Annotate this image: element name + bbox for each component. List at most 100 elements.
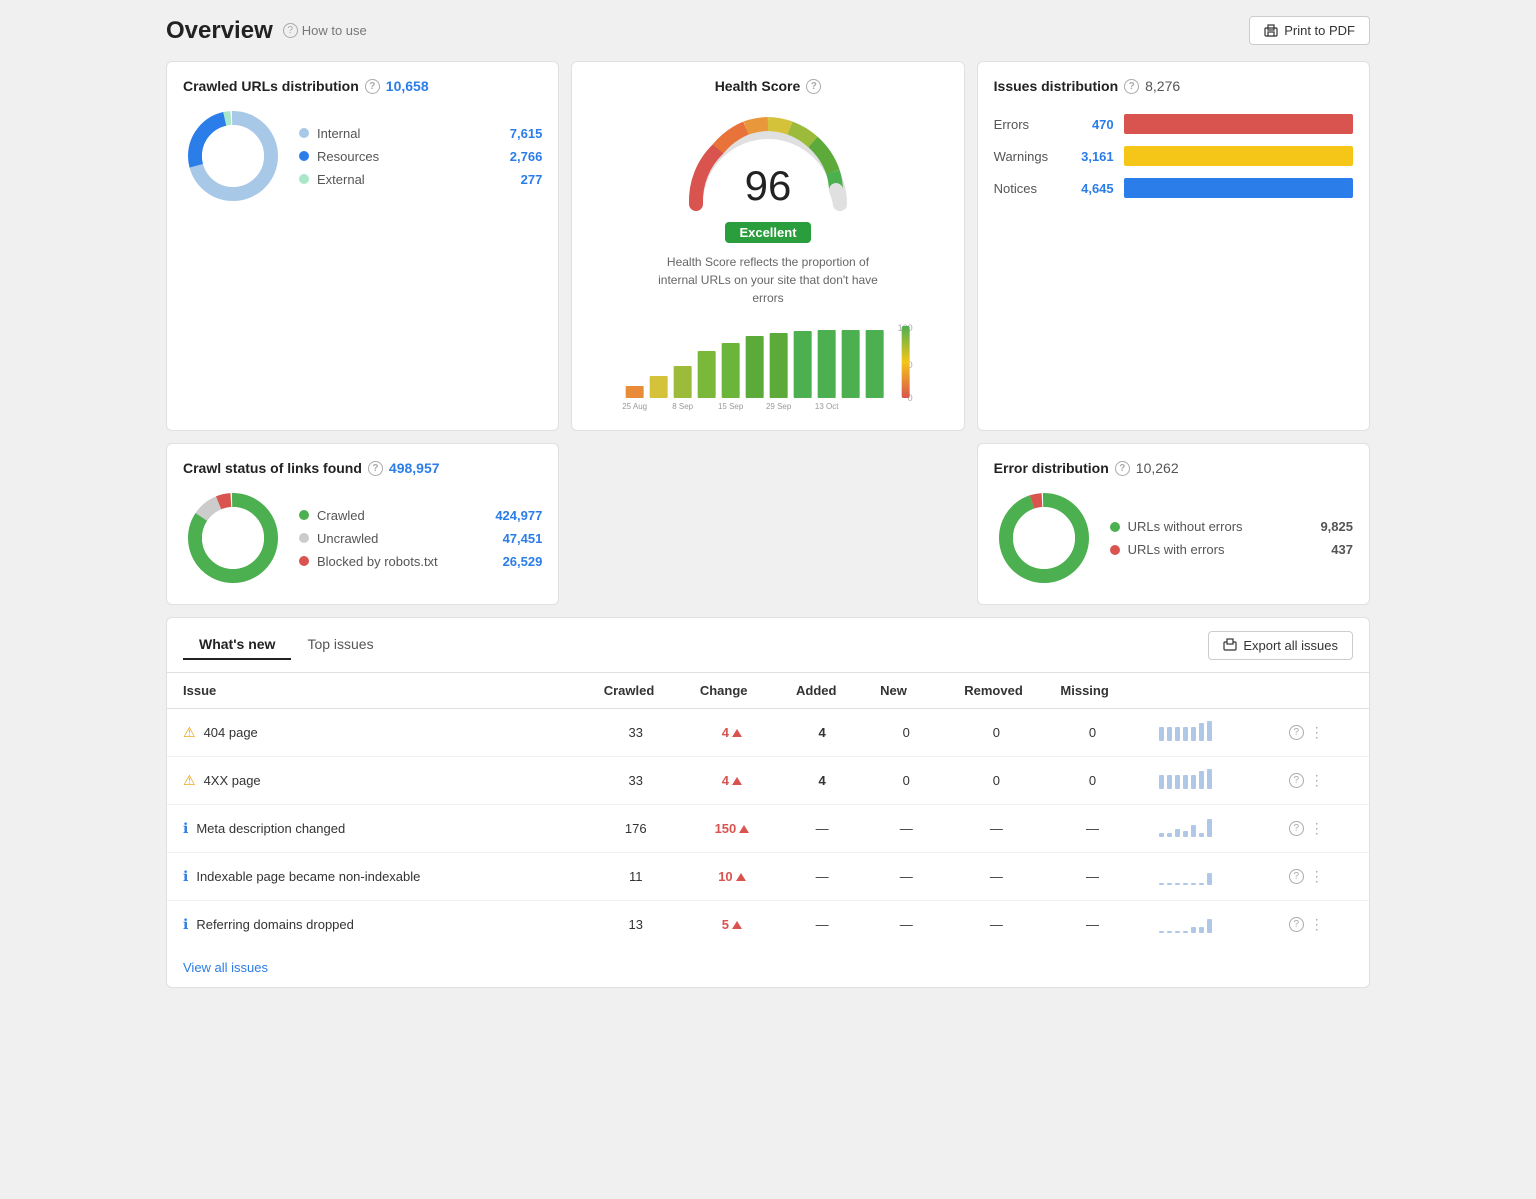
legend-item-uncrawled: Uncrawled 47,451 (299, 531, 542, 546)
more-icon-referring[interactable]: ⋮ (1310, 916, 1324, 933)
issues-distribution-title: Issues distribution ? 8,276 (994, 78, 1353, 94)
issues-warnings-row: Warnings 3,161 (994, 146, 1353, 166)
td-actions-meta: ? ⋮ (1273, 805, 1369, 853)
td-new-indexable: — (864, 853, 948, 901)
td-crawled-404: 33 (588, 709, 684, 757)
action-icons-indexable: ? ⋮ (1289, 868, 1353, 885)
crawl-status-donut (183, 488, 283, 588)
action-icons-meta: ? ⋮ (1289, 820, 1353, 837)
error-dist-help-icon[interactable]: ? (1115, 461, 1130, 476)
legend-item-resources: Resources 2,766 (299, 149, 542, 164)
view-all-issues-link[interactable]: View all issues (167, 948, 284, 987)
how-to-use-link[interactable]: ? How to use (283, 23, 367, 38)
tab-top-issues[interactable]: Top issues (291, 630, 389, 660)
td-missing-referring: — (1044, 901, 1140, 949)
health-score-gauge: 96 (678, 114, 858, 214)
issues-distribution-total: 8,276 (1145, 78, 1180, 94)
mini-chart-indexable (1157, 863, 1217, 887)
td-crawled-referring: 13 (588, 901, 684, 949)
issues-dist-help-icon[interactable]: ? (1124, 79, 1139, 94)
issues-notices-row: Notices 4,645 (994, 178, 1353, 198)
svg-text:25 Aug: 25 Aug (623, 402, 648, 411)
crawled-urls-card: Crawled URLs distribution ? 10,658 (166, 61, 559, 431)
tab-whats-new[interactable]: What's new (183, 630, 291, 660)
warning-icon-4xx: ⚠ (183, 772, 196, 789)
print-icon (1264, 24, 1278, 38)
how-to-use-label: How to use (302, 23, 367, 38)
legend-dot-crawled (299, 510, 309, 520)
error-distribution-title: Error distribution ? 10,262 (994, 460, 1353, 476)
help-icon-4xx[interactable]: ? (1289, 773, 1304, 788)
health-score-badge: Excellent (725, 222, 810, 243)
th-issue: Issue (167, 673, 588, 709)
more-icon-4xx[interactable]: ⋮ (1310, 772, 1324, 789)
help-icon-404[interactable]: ? (1289, 725, 1304, 740)
td-new-meta: — (864, 805, 948, 853)
td-added-404: 4 (780, 709, 864, 757)
crawled-urls-total: 10,658 (386, 78, 429, 94)
legend-dot-internal (299, 128, 309, 138)
legend-item-external: External 277 (299, 172, 542, 187)
more-icon-404[interactable]: ⋮ (1310, 724, 1324, 741)
crawl-status-legend: Crawled 424,977 Uncrawled 47,451 Blocked… (299, 508, 542, 569)
help-icon-indexable[interactable]: ? (1289, 869, 1304, 884)
svg-text:15 Sep: 15 Sep (718, 402, 744, 411)
issue-name-404: ⚠ 404 page (183, 724, 572, 741)
crawl-status-help-icon[interactable]: ? (368, 461, 383, 476)
health-chart-svg: 100 50 0 25 Aug (588, 321, 947, 411)
action-icons-4xx: ? ⋮ (1289, 772, 1353, 789)
th-removed: Removed (948, 673, 1044, 709)
th-new: New (864, 673, 948, 709)
health-score-chart: 100 50 0 25 Aug (588, 321, 947, 414)
health-score-description: Health Score reflects the proportion of … (658, 253, 878, 307)
change-up-icon (732, 777, 742, 785)
more-icon-meta[interactable]: ⋮ (1310, 820, 1324, 837)
td-change-indexable: 10 (684, 853, 780, 901)
change-up-icon (736, 873, 746, 881)
td-chart-4xx (1141, 757, 1273, 805)
health-score-help-icon[interactable]: ? (806, 79, 821, 94)
export-all-issues-button[interactable]: Export all issues (1208, 631, 1353, 660)
crawl-status-card: Crawl status of links found ? 498,957 (166, 443, 559, 605)
info-icon-indexable: ℹ (183, 868, 188, 885)
help-icon-meta[interactable]: ? (1289, 821, 1304, 836)
td-removed-404: 0 (948, 709, 1044, 757)
td-actions-404: ? ⋮ (1273, 709, 1369, 757)
table-row: ℹ Referring domains dropped 13 5 — — — — (167, 901, 1369, 949)
td-chart-referring (1141, 901, 1273, 949)
td-actions-referring: ? ⋮ (1273, 901, 1369, 949)
th-chart (1141, 673, 1273, 709)
crawled-urls-title: Crawled URLs distribution ? 10,658 (183, 78, 542, 94)
health-score-title: Health Score ? (588, 78, 947, 94)
td-removed-indexable: — (948, 853, 1044, 901)
print-pdf-button[interactable]: Print to PDF (1249, 16, 1370, 45)
crawled-urls-legend: Internal 7,615 Resources 2,766 External … (299, 126, 542, 187)
th-crawled: Crawled (588, 673, 684, 709)
td-change-meta: 150 (684, 805, 780, 853)
error-distribution-donut (994, 488, 1094, 588)
td-crawled-meta: 176 (588, 805, 684, 853)
table-row: ⚠ 4XX page 33 4 4 0 0 0 (167, 757, 1369, 805)
crawled-urls-help-icon[interactable]: ? (365, 79, 380, 94)
print-pdf-label: Print to PDF (1284, 23, 1355, 38)
td-crawled-indexable: 11 (588, 853, 684, 901)
error-distribution-content: URLs without errors 9,825 URLs with erro… (994, 488, 1353, 588)
mid-row: Crawl status of links found ? 498,957 (166, 443, 1370, 605)
issues-table-body: ⚠ 404 page 33 4 4 0 0 0 (167, 709, 1369, 949)
table-header-row: Issue Crawled Change Added New Removed M… (167, 673, 1369, 709)
issue-name-referring: ℹ Referring domains dropped (183, 916, 572, 933)
td-change-4xx: 4 (684, 757, 780, 805)
export-btn-label: Export all issues (1243, 638, 1338, 653)
td-removed-4xx: 0 (948, 757, 1044, 805)
tabs-left: What's new Top issues (183, 630, 390, 660)
td-crawled-4xx: 33 (588, 757, 684, 805)
legend-dot-with-errors (1110, 545, 1120, 555)
help-icon-referring[interactable]: ? (1289, 917, 1304, 932)
notices-bar (1124, 178, 1353, 198)
svg-text:8 Sep: 8 Sep (673, 402, 694, 411)
td-new-referring: — (864, 901, 948, 949)
td-added-4xx: 4 (780, 757, 864, 805)
td-chart-meta (1141, 805, 1273, 853)
more-icon-indexable[interactable]: ⋮ (1310, 868, 1324, 885)
info-icon-referring: ℹ (183, 916, 188, 933)
